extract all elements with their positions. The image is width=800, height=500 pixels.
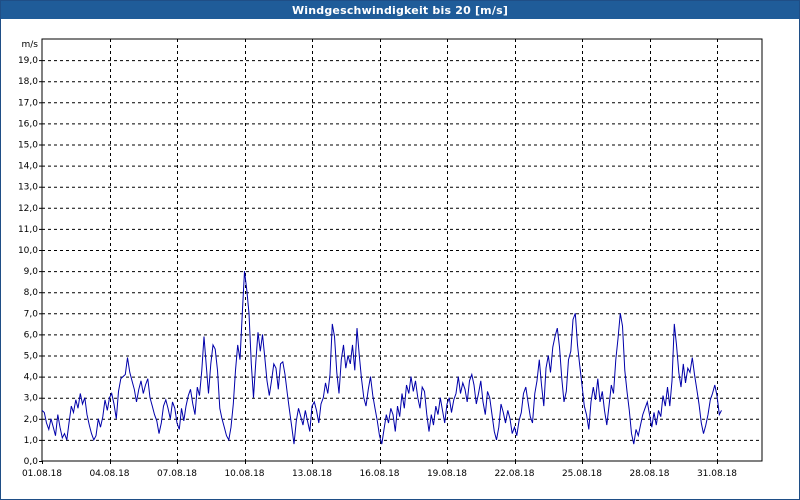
y-tick-label: 0,0 xyxy=(24,457,39,467)
x-tick-label: 07.08.18 xyxy=(157,469,197,479)
x-tick-label: 28.08.18 xyxy=(629,469,669,479)
y-tick-label: 10,0 xyxy=(18,246,38,256)
y-tick-label: 14,0 xyxy=(18,162,38,172)
y-tick-label: 11,0 xyxy=(18,225,38,235)
y-tick-label: 9,0 xyxy=(24,267,39,277)
y-tick-label: 19,0 xyxy=(18,56,38,66)
x-tick-label: 25.08.18 xyxy=(562,469,602,479)
y-tick-label: 8,0 xyxy=(24,288,39,298)
y-tick-label: 7,0 xyxy=(24,309,39,319)
wind-speed-line-chart: 0,0 1,0 2,0 3,0 4,0 5,0 6,0 7,0 8,0 9,0 10,0 11,0 12… xyxy=(18,38,763,479)
y-tick-label: 18,0 xyxy=(18,77,38,87)
y-tick-label: 15,0 xyxy=(18,141,38,151)
x-tick-label: 01.08.18 xyxy=(22,469,62,479)
x-tick-label: 13.08.18 xyxy=(292,469,332,479)
y-axis-unit-label: m/s xyxy=(22,40,39,50)
y-tick-label: 13,0 xyxy=(18,183,38,193)
x-tick-label: 16.08.18 xyxy=(359,469,399,479)
y-tick-label: 12,0 xyxy=(18,204,38,214)
x-tick-label: 04.08.18 xyxy=(89,469,129,479)
y-tick-label: 3,0 xyxy=(24,394,39,404)
chart-window: Windgeschwindigkeit bis 20 [m/s] 0,0 1,0 2… xyxy=(0,0,800,500)
y-tick-label: 5,0 xyxy=(24,352,39,362)
y-tick-label: 4,0 xyxy=(24,373,39,383)
y-tick-label: 17,0 xyxy=(18,98,38,108)
y-tick-label: 6,0 xyxy=(24,330,39,340)
x-tick-label: 10.08.18 xyxy=(224,469,264,479)
x-tick-label: 19.08.18 xyxy=(427,469,467,479)
wind-speed-series-line xyxy=(41,271,722,445)
y-tick-label: 16,0 xyxy=(18,119,38,129)
y-axis-ticks: 0,0 1,0 2,0 3,0 4,0 5,0 6,0 7,0 8,0 9,0 10,0 11,0 12… xyxy=(18,56,42,467)
x-tick-label: 22.08.18 xyxy=(494,469,534,479)
y-tick-label: 2,0 xyxy=(24,415,39,425)
y-tick-label: 1,0 xyxy=(24,436,39,446)
x-tick-label: 31.08.18 xyxy=(697,469,737,479)
x-axis-ticks: 01.08.18 04.08.18 07.08.18 10.08.18 13.08.18… xyxy=(22,461,737,479)
